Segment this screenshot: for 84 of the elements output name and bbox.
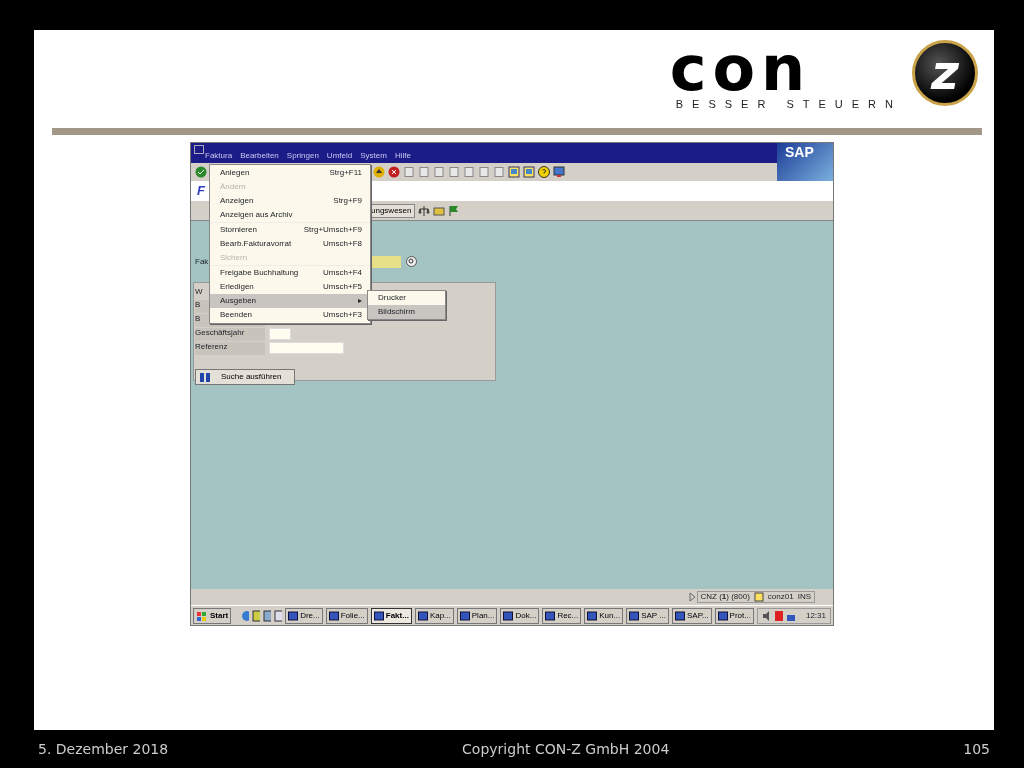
shortcut-label: Umsch+F4 (323, 268, 362, 278)
logo-wordmark: con (669, 40, 812, 98)
menu-item[interactable]: Bearb.Fakturavorrat Umsch+F8 (210, 237, 370, 251)
field-label: Geschäftsjahr (195, 327, 265, 341)
taskbar-button[interactable]: Folie... (325, 607, 368, 624)
speaker-icon[interactable] (761, 609, 772, 622)
globe-icon[interactable] (241, 609, 250, 622)
logo-tagline: BESSER STEUERN (675, 98, 902, 110)
menu-item[interactable]: Anzeigen aus Archiv (210, 208, 370, 222)
input-mode: INS (797, 592, 811, 602)
scales-icon[interactable] (418, 204, 431, 217)
menu-item[interactable]: Bearbeiten (240, 151, 279, 161)
taskbar-button[interactable]: Rec... (542, 607, 582, 624)
start-button[interactable]: Start (193, 607, 232, 624)
menu-item[interactable]: Faktura (205, 151, 233, 161)
field-label: Referenz (195, 341, 265, 355)
menu-item[interactable]: Erledigen Umsch+F5 (210, 280, 370, 294)
system-info: CNZ (1) (800) (700, 592, 750, 602)
window-icon[interactable] (328, 609, 339, 622)
menu-item[interactable]: Umfeld (326, 151, 353, 161)
taskbar-button[interactable]: Kap... (414, 607, 454, 624)
window-icon[interactable] (288, 609, 299, 622)
clock: 12:31 (805, 610, 826, 621)
window-icon[interactable] (629, 609, 640, 622)
input-field[interactable] (269, 328, 291, 340)
flag-icon[interactable] (448, 204, 461, 217)
footer-copyright: Copyright CON-Z GmbH 2004 (462, 741, 670, 757)
help-icon[interactable] (538, 166, 550, 178)
page-icon[interactable] (448, 166, 460, 178)
search-button[interactable]: Suche ausführen (195, 369, 295, 385)
check-icon[interactable] (195, 166, 207, 178)
field-label: Fak (195, 257, 209, 267)
window-icon[interactable] (373, 609, 384, 622)
monitor-icon[interactable] (553, 166, 565, 178)
menu-item[interactable]: Stornieren Strg+Umsch+F9 (210, 223, 370, 237)
play-icon[interactable] (688, 591, 697, 603)
page-icon[interactable] (433, 166, 445, 178)
shortcut-label: Strg+Umsch+F9 (303, 225, 362, 235)
page-icon[interactable] (463, 166, 475, 178)
menu-item[interactable]: Freigabe Buchhaltung Umsch+F4 (210, 266, 370, 280)
binoculars-icon[interactable] (199, 371, 211, 383)
window-icon[interactable] (674, 609, 685, 622)
windows-logo-icon[interactable] (196, 609, 208, 622)
taskbar-button[interactable]: Kun... (584, 607, 624, 624)
window-icon[interactable] (459, 609, 470, 622)
cancel-icon[interactable] (388, 166, 400, 178)
menu-item[interactable]: Bildschirm (368, 305, 445, 319)
taskbar-button[interactable]: SAP ... (626, 607, 669, 624)
shortcut-label: Umsch+F8 (323, 239, 362, 249)
shortcut-label: Umsch+F3 (323, 310, 362, 320)
submenu-arrow: ▸ (358, 296, 362, 306)
taskbar-button[interactable]: Dre... (285, 607, 323, 624)
page-icon[interactable] (418, 166, 430, 178)
taskbar-button[interactable]: SAP... (671, 607, 712, 624)
page-icon[interactable] (493, 166, 505, 178)
menu-item[interactable]: System (360, 151, 387, 161)
logo-emblem: z (912, 40, 978, 106)
menu-item[interactable]: Springen (286, 151, 319, 161)
group-title: W (195, 287, 203, 297)
window-icon[interactable] (587, 609, 598, 622)
taskbar-button[interactable]: Dok... (500, 607, 540, 624)
sap-logo: SAP (777, 143, 833, 181)
search-icon[interactable] (406, 256, 417, 267)
window-icon[interactable] (545, 609, 556, 622)
page-icon[interactable] (478, 166, 490, 178)
page-icon[interactable] (403, 166, 415, 178)
user-name: conz01 (767, 592, 794, 602)
window-icon[interactable] (194, 145, 204, 154)
taskbar-button[interactable]: Prot... (714, 607, 754, 624)
input-field[interactable] (269, 342, 344, 354)
window-icon[interactable] (417, 609, 428, 622)
page-number: 105 (963, 741, 990, 757)
taskbar-button[interactable]: Fakt... (370, 607, 412, 624)
menu-item[interactable]: Drucker (368, 291, 445, 305)
shortcut-label: Strg+F11 (329, 168, 362, 178)
window-icon[interactable] (503, 609, 514, 622)
menu-item[interactable]: Anlegen Strg+F11 (210, 166, 370, 180)
menu-item[interactable]: Ausgeben ▸ (210, 294, 370, 308)
taskbar-button[interactable]: Plan... (456, 607, 498, 624)
window-icon[interactable] (717, 609, 728, 622)
folder-icon[interactable] (433, 204, 446, 217)
footer-date: 5. Dezember 2018 (38, 741, 169, 757)
shortcut-label: Umsch+F5 (323, 282, 362, 292)
menu-item[interactable]: Hilfe (394, 151, 411, 161)
